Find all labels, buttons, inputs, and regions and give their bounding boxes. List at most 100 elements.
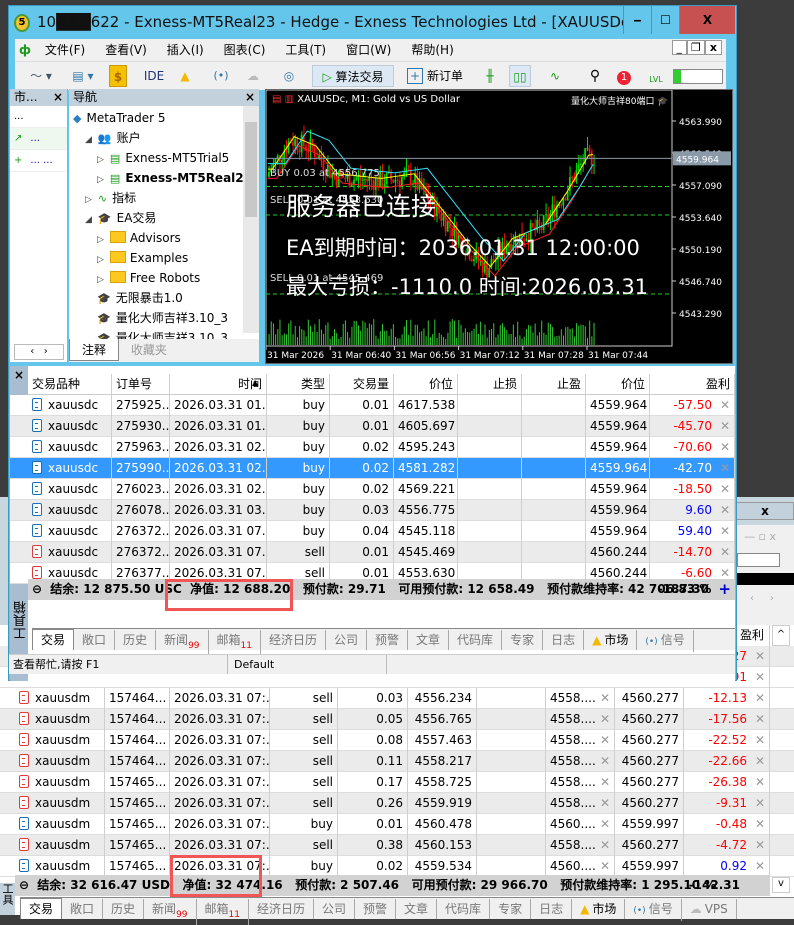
tab-7[interactable]: 预警: [355, 899, 397, 919]
navigator-item[interactable]: 🎓 无限暴击1.0: [97, 288, 183, 309]
column-header[interactable]: 交易量: [330, 374, 394, 395]
tab-0[interactable]: 交易: [32, 629, 75, 650]
tab-10[interactable]: 专家: [502, 630, 544, 650]
vps-cloud-icon[interactable]: ☁: [241, 65, 265, 87]
tab-8[interactable]: 文章: [396, 899, 438, 919]
close-position-icon[interactable]: ✕: [720, 542, 730, 563]
tab-6[interactable]: 公司: [326, 630, 368, 650]
ide-button[interactable]: IDE: [141, 65, 167, 87]
close-position-icon[interactable]: ✕: [600, 688, 610, 709]
expand-toggle-icon[interactable]: ▷: [97, 235, 104, 245]
expand-toggle-icon[interactable]: ▷: [97, 255, 104, 265]
close-position-icon[interactable]: ✕: [720, 437, 730, 458]
expand-toggle-icon[interactable]: ▷: [97, 275, 104, 285]
close-position-icon[interactable]: ✕: [600, 709, 610, 730]
expand-toggle-icon[interactable]: ▷: [97, 175, 104, 185]
navigator-item[interactable]: ◢ 🎓 EA交易: [85, 208, 156, 230]
tab-12[interactable]: ▲ 市场: [572, 899, 626, 919]
close-position-icon[interactable]: ✕: [755, 772, 765, 793]
back-mdi-controls[interactable]: — ▫ x: [736, 525, 794, 549]
tab-1[interactable]: 敞口: [74, 630, 116, 650]
market-watch-scroll-buttons[interactable]: ‹ ›: [14, 344, 64, 360]
menu-item[interactable]: 查看(V): [95, 39, 157, 61]
navigator-item[interactable]: ◆ MetaTrader 5: [73, 108, 166, 129]
tab-12[interactable]: ▲ 市场: [584, 630, 638, 650]
chart-type-dropdown[interactable]: 〜 ▾: [23, 65, 59, 87]
trade-panel-icon[interactable]: ▤: [272, 94, 281, 105]
title-bar[interactable]: 5 10███622 - Exness-MT5Real23 - Hedge - …: [9, 6, 736, 39]
close-position-icon[interactable]: ✕: [755, 814, 765, 835]
close-position-icon[interactable]: ✕: [755, 646, 765, 667]
tab-8[interactable]: 文章: [408, 630, 450, 650]
back-panel-close-button[interactable]: x: [736, 502, 794, 520]
table-row[interactable]: xauusdm 157465... 2026.03.31 07:... sell 0.1…: [0, 772, 794, 793]
market-watch-row[interactable]: ...: [10, 106, 67, 128]
search-icon[interactable]: ⚲: [585, 65, 605, 87]
table-row[interactable]: xauusdc 275963... 2026.03.31 02... buy 0.02 4…: [10, 437, 735, 458]
table-row[interactable]: xauusdm 157465... 2026.03.31 07:... sell 0.2…: [0, 793, 794, 814]
market-watch-row[interactable]: ↗...: [10, 128, 67, 150]
back-column-profit[interactable]: 盈利: [736, 625, 770, 646]
minimize-button[interactable]: ‒: [623, 6, 651, 34]
column-header[interactable]: 类型: [267, 374, 330, 395]
column-header[interactable]: 止损: [458, 374, 522, 395]
lvl-icon[interactable]: LVL: [645, 65, 667, 87]
table-row[interactable]: xauusdm 157464... 2026.03.31 07:... sell 0.0…: [0, 709, 794, 730]
menu-item[interactable]: 工具(T): [275, 39, 336, 61]
table-row[interactable]: xauusdm 157465... 2026.03.31 07:... buy 0.01…: [0, 814, 794, 835]
table-row[interactable]: xauusdm 157464... 2026.03.31 07:... sell 0.0…: [0, 688, 794, 709]
navigator-scrollbar[interactable]: [243, 106, 259, 333]
navigator-item[interactable]: ◢ 👥 账户: [85, 128, 141, 150]
tab-3[interactable]: 新闻99: [144, 899, 197, 925]
chart-canvas[interactable]: 4563.9904560.5404557.0904553.6404550.190…: [265, 89, 732, 363]
collapse-icon[interactable]: ⊖: [15, 878, 33, 892]
table-row[interactable]: xauusdc 276372... 2026.03.31 07... sell 0.01…: [10, 542, 735, 563]
tab-4[interactable]: 邮箱11: [209, 630, 261, 656]
navigator-item[interactable]: ▷ Examples: [97, 248, 188, 270]
back-scroll-arrows[interactable]: ‹ ›: [736, 585, 794, 625]
signals-icon[interactable]: (•): [211, 65, 231, 87]
price-chart[interactable]: 4563.9904560.5404557.0904553.6404550.190…: [265, 89, 733, 364]
tab-1[interactable]: 敞口: [62, 899, 104, 919]
close-position-icon[interactable]: ✕: [600, 730, 610, 751]
line-chart-icon[interactable]: ∿: [543, 65, 567, 87]
collapse-icon[interactable]: ⊖: [28, 582, 46, 596]
navigator-item[interactable]: ▷ ∿ 指标: [85, 188, 136, 210]
close-position-icon[interactable]: ✕: [755, 688, 765, 709]
tab-9[interactable]: 代码库: [449, 630, 503, 650]
table-row[interactable]: xauusdc 275925... 2026.03.31 01... buy 0.01 4…: [10, 395, 735, 416]
tab-favorites[interactable]: 收藏夹: [123, 339, 175, 360]
tab-10[interactable]: 专家: [490, 899, 532, 919]
close-position-icon[interactable]: ✕: [720, 458, 730, 479]
menu-item[interactable]: 窗口(W): [336, 39, 401, 61]
navigator-item[interactable]: ▷ Advisors: [97, 228, 181, 250]
close-position-icon[interactable]: ✕: [600, 856, 610, 877]
depth-icon[interactable]: ▥: [285, 94, 294, 105]
table-row[interactable]: xauusdc 276078... 2026.03.31 03... buy 0.03 4…: [10, 500, 735, 521]
chart-menu-icon[interactable]: ф: [15, 43, 35, 57]
tab-2[interactable]: 历史: [103, 899, 145, 919]
expand-toggle-icon[interactable]: ◢: [85, 215, 92, 225]
navigator-item[interactable]: 🎓 量化大师吉祥3.10_3: [97, 308, 228, 329]
table-row[interactable]: xauusdc 275930... 2026.03.31 01... buy 0.01 4…: [10, 416, 735, 437]
market-watch-row[interactable]: + ... ...: [10, 150, 67, 172]
navigator-item[interactable]: ▷ ▤ Exness-MT5Trial5: [97, 148, 229, 170]
expand-toggle-icon[interactable]: ▷: [85, 195, 92, 205]
table-row[interactable]: xauusdm 157465... 2026.03.31 07:... sell 0.3…: [0, 835, 794, 856]
column-header[interactable]: 订单号: [112, 374, 170, 395]
table-row[interactable]: xauusdm 157464... 2026.03.31 07:... sell 0.1…: [0, 751, 794, 772]
menu-item[interactable]: 帮助(H): [401, 39, 463, 61]
tab-7[interactable]: 预警: [367, 630, 409, 650]
navigator-item[interactable]: ▷ Free Robots: [97, 268, 200, 290]
close-position-icon[interactable]: ✕: [755, 793, 765, 814]
tab-11[interactable]: 日志: [531, 899, 573, 919]
close-position-icon[interactable]: ✕: [720, 479, 730, 500]
tab-2[interactable]: 历史: [115, 630, 157, 650]
close-position-icon[interactable]: ✕: [755, 730, 765, 751]
close-position-icon[interactable]: ✕: [755, 856, 765, 877]
tab-comments[interactable]: 注释: [69, 339, 120, 361]
close-position-icon[interactable]: ✕: [755, 667, 765, 688]
table-row[interactable]: xauusdm 157465... 2026.03.31 07:... buy 0.02…: [0, 856, 794, 877]
menu-item[interactable]: 文件(F): [35, 39, 95, 61]
close-position-icon[interactable]: ✕: [720, 395, 730, 416]
